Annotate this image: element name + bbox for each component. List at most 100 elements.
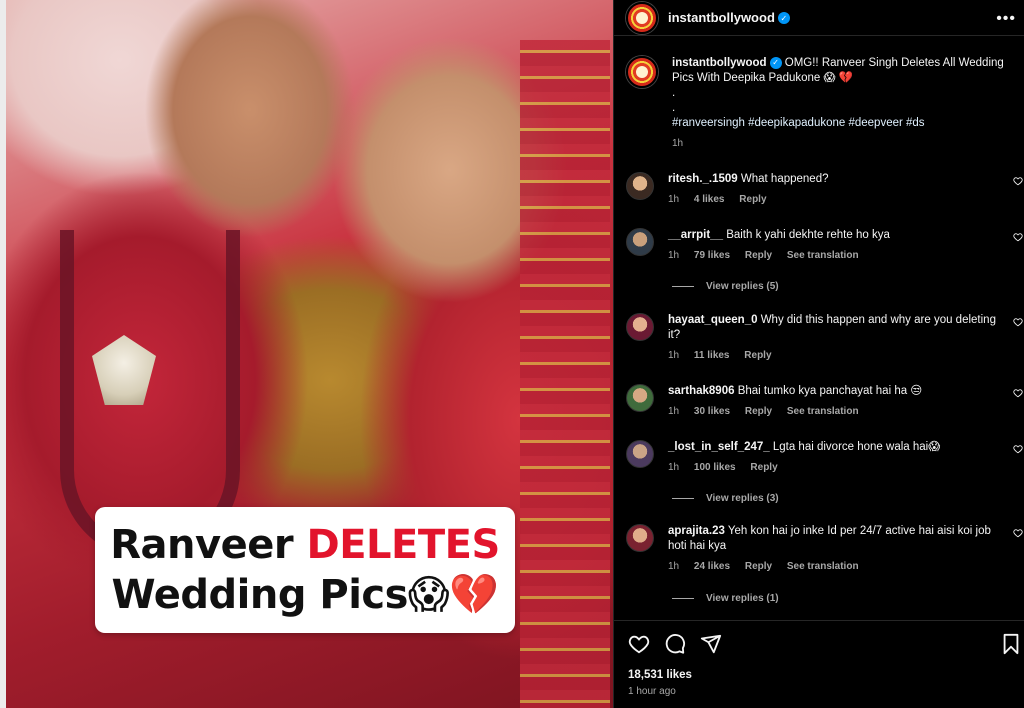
image-caption-prefix: Ranveer: [110, 522, 307, 568]
comment-like-heart-icon[interactable]: [1013, 232, 1023, 242]
comment-username[interactable]: aprajita.23: [668, 525, 725, 537]
comment-like-heart-icon[interactable]: [1013, 388, 1023, 398]
comment-username[interactable]: ritesh._.1509: [668, 173, 738, 185]
view-replies-label: View replies (5): [706, 281, 779, 292]
comment-time: 1h: [668, 406, 680, 417]
image-caption-highlight: DELETES: [306, 522, 501, 568]
comment-like-heart-icon[interactable]: [1013, 528, 1023, 538]
action-icons-group: [628, 633, 722, 655]
like-heart-icon[interactable]: [628, 633, 650, 655]
comment-time: 1h: [668, 250, 680, 261]
comment-item: __arrpit__ Baith k yahi dekhte rehte ho …: [626, 228, 1023, 263]
author-avatar-center: [636, 11, 648, 24]
comment-time: 1h: [668, 462, 680, 473]
commenter-avatar[interactable]: [626, 440, 654, 468]
comment-item: aprajita.23 Yeh kon hai jo inke Id per 2…: [626, 524, 1023, 574]
commenter-avatar[interactable]: [626, 172, 654, 200]
comment-reply-button[interactable]: Reply: [750, 462, 777, 473]
comment-likes[interactable]: 100 likes: [694, 462, 736, 473]
post-time-ago: 1 hour ago: [628, 686, 676, 697]
comment-reply-button[interactable]: Reply: [745, 406, 772, 417]
comment-text: Baith k yahi dekhte rehte ho kya: [726, 229, 890, 241]
comment-reply-button[interactable]: Reply: [745, 561, 772, 572]
image-veil-decoration: [520, 40, 610, 708]
share-paper-plane-icon[interactable]: [700, 633, 722, 655]
more-options-icon[interactable]: •••: [996, 10, 1016, 28]
caption-verified-badge-icon: ✓: [769, 56, 782, 69]
comment-body: hayaat_queen_0 Why did this happen and w…: [668, 313, 998, 363]
view-replies-button[interactable]: View replies (3): [672, 493, 779, 504]
verified-badge-icon: ✓: [777, 12, 790, 24]
comment-item: hayaat_queen_0 Why did this happen and w…: [626, 313, 1023, 363]
save-bookmark-button[interactable]: [1001, 633, 1021, 655]
post-actions-bar: 18,531 likes 1 hour ago: [614, 620, 1024, 708]
comment-username[interactable]: _lost_in_self_247_: [668, 441, 770, 453]
comment-likes[interactable]: 24 likes: [694, 561, 730, 572]
see-translation-button[interactable]: See translation: [787, 406, 859, 417]
comment-bubble-icon[interactable]: [664, 633, 686, 655]
comment-text: Lgta hai divorce hone wala hai😱: [772, 441, 941, 453]
comment-meta: 1h 79 likes Reply See translation: [668, 248, 998, 263]
caption-dot-2: .: [672, 102, 676, 114]
author-username[interactable]: instantbollywood: [668, 10, 775, 25]
image-caption-card: Ranveer DELETES Wedding Pics😱💔: [95, 507, 515, 633]
commenter-avatar[interactable]: [626, 384, 654, 412]
bookmark-icon: [1003, 633, 1019, 655]
comment-reply-button[interactable]: Reply: [739, 194, 766, 205]
comment-reply-button[interactable]: Reply: [744, 350, 771, 361]
view-replies-label: View replies (1): [706, 593, 779, 604]
replies-dash: [672, 598, 694, 599]
comment-like-heart-icon[interactable]: [1013, 317, 1023, 327]
comment-item: _lost_in_self_247_ Lgta hai divorce hone…: [626, 440, 1023, 475]
caption-avatar-center: [636, 66, 648, 78]
comment-meta: 1h 4 likes Reply: [668, 192, 998, 207]
caption-author-avatar[interactable]: [626, 56, 658, 88]
comment-username[interactable]: hayaat_queen_0: [668, 314, 758, 326]
comment-meta: 1h 24 likes Reply See translation: [668, 559, 998, 574]
view-replies-label: View replies (3): [706, 493, 779, 504]
comment-text: Bhai tumko kya panchayat hai ha 😒: [737, 385, 923, 397]
commenter-avatar[interactable]: [626, 313, 654, 341]
post-header: instantbollywood ✓ •••: [614, 0, 1024, 36]
comment-time: 1h: [668, 194, 680, 205]
post-image[interactable]: Ranveer DELETES Wedding Pics😱💔: [0, 0, 613, 708]
commenter-avatar[interactable]: [626, 524, 654, 552]
replies-dash: [672, 286, 694, 287]
comment-meta: 1h 11 likes Reply: [668, 348, 998, 363]
comment-meta: 1h 100 likes Reply: [668, 460, 998, 475]
image-caption-line-1: Ranveer DELETES: [110, 520, 500, 570]
comment-body: _lost_in_self_247_ Lgta hai divorce hone…: [668, 440, 998, 475]
comment-like-heart-icon[interactable]: [1013, 444, 1023, 454]
comment-username[interactable]: sarthak8906: [668, 385, 735, 397]
comment-item: sarthak8906 Bhai tumko kya panchayat hai…: [626, 384, 1023, 419]
commenter-avatar[interactable]: [626, 228, 654, 256]
comments-list[interactable]: instantbollywood ✓ OMG!! Ranveer Singh De…: [614, 48, 1024, 618]
author-name-group: instantbollywood ✓: [668, 9, 790, 27]
comment-likes[interactable]: 11 likes: [694, 350, 730, 361]
comment-text: What happened?: [740, 173, 829, 185]
comment-body: ritesh._.1509 What happened? 1h 4 likes …: [668, 172, 998, 207]
comment-meta: 1h 30 likes Reply See translation: [668, 404, 998, 419]
image-caption-line-2: Wedding Pics😱💔: [111, 572, 499, 618]
caption-username[interactable]: instantbollywood: [672, 57, 767, 69]
see-translation-button[interactable]: See translation: [787, 561, 859, 572]
comment-like-heart-icon[interactable]: [1013, 176, 1023, 186]
view-replies-button[interactable]: View replies (1): [672, 593, 779, 604]
comment-time: 1h: [668, 350, 680, 361]
post-side-panel: instantbollywood ✓ ••• instantbollywood ✓ …: [613, 0, 1024, 708]
comment-likes[interactable]: 30 likes: [694, 406, 730, 417]
author-avatar[interactable]: [626, 1, 658, 34]
comment-reply-button[interactable]: Reply: [745, 250, 772, 261]
caption-text-block: instantbollywood ✓ OMG!! Ranveer Singh De…: [672, 56, 1005, 151]
caption-hashtags[interactable]: #ranveersingh #deepikapadukone #deepveer…: [672, 116, 1005, 131]
caption-dot-1: .: [672, 87, 676, 99]
caption-meta: 1h: [672, 136, 1005, 151]
see-translation-button[interactable]: See translation: [787, 250, 859, 261]
post-caption: instantbollywood ✓ OMG!! Ranveer Singh De…: [614, 48, 1017, 151]
comment-username[interactable]: __arrpit__: [668, 229, 723, 241]
post-likes-count[interactable]: 18,531 likes: [628, 669, 692, 681]
image-edge: [0, 0, 6, 708]
view-replies-button[interactable]: View replies (5): [672, 281, 779, 292]
comment-likes[interactable]: 79 likes: [694, 250, 730, 261]
comment-likes[interactable]: 4 likes: [694, 194, 725, 205]
